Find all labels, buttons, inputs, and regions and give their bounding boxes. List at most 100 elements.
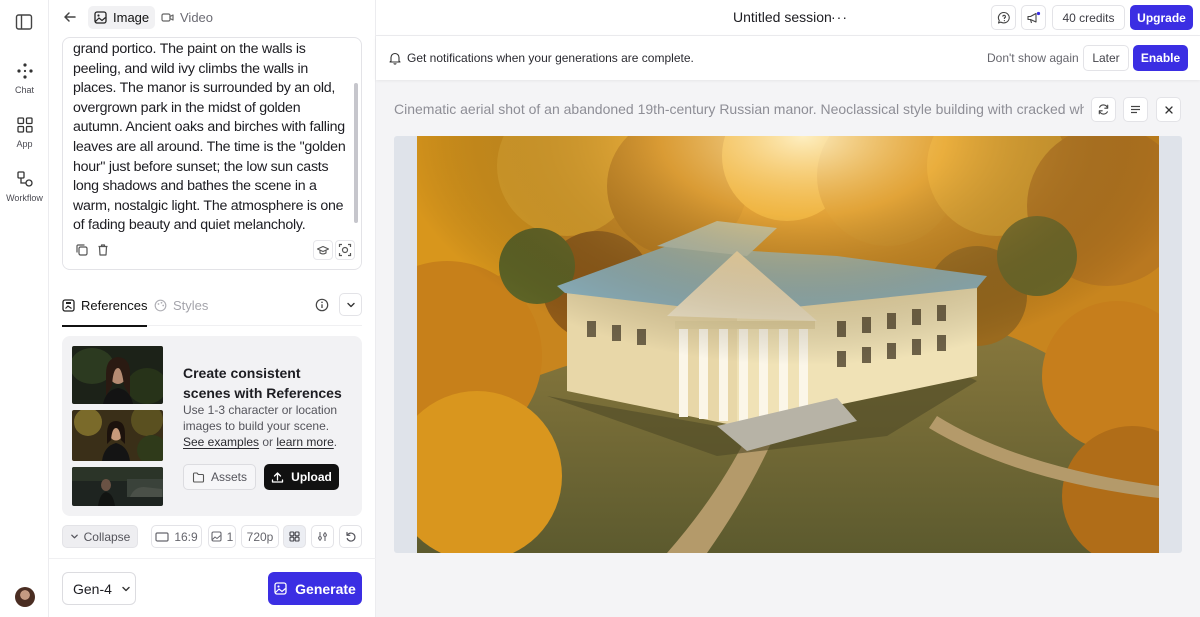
reference-example-thumb-2 — [72, 410, 163, 461]
reference-tabs: References Styles — [62, 284, 362, 327]
tab-label: Styles — [173, 297, 209, 313]
session-header: Untitled session ··· 40 credits Upgrade — [376, 0, 1200, 36]
chat-dots-icon — [16, 62, 34, 80]
aspect-ratio-icon — [155, 531, 169, 543]
divider — [49, 558, 376, 559]
chevron-down-icon — [70, 532, 79, 541]
text-lines-icon — [1129, 103, 1142, 116]
upgrade-button[interactable]: Upgrade — [1130, 5, 1193, 30]
dont-show-again-link[interactable]: Don't show again — [987, 51, 1079, 65]
tab-label: References — [81, 297, 148, 313]
generate-image-icon — [274, 582, 287, 595]
close-icon — [1163, 104, 1175, 116]
enhance-prompt-icon[interactable] — [313, 240, 333, 260]
trash-icon[interactable] — [93, 240, 113, 260]
aspect-ratio-button[interactable]: 16:9 — [151, 525, 202, 548]
rail-item-app[interactable]: App — [0, 116, 49, 149]
rail-item-label: App — [16, 139, 33, 149]
tab-image[interactable]: Image — [88, 6, 156, 29]
style-grid-toggle[interactable] — [283, 525, 306, 548]
upload-button[interactable]: Upload — [264, 464, 339, 490]
prompt-text[interactable]: grand portico. The paint on the walls is… — [73, 40, 349, 236]
reference-example-thumb-1 — [72, 346, 163, 404]
palette-icon — [154, 299, 167, 312]
prompt-scrollbar[interactable] — [354, 83, 358, 223]
megaphone-icon — [1026, 11, 1041, 25]
announcements-button[interactable] — [1021, 5, 1046, 30]
references-desc-text: Use 1-3 character or location images to … — [183, 403, 338, 433]
collapse-button[interactable]: Collapse — [62, 525, 138, 548]
panel-topbar: Image Video — [49, 0, 376, 34]
copy-icon[interactable] — [72, 240, 92, 260]
later-button[interactable]: Later — [1083, 45, 1129, 71]
chevron-down-icon[interactable] — [339, 293, 362, 316]
references-icon — [62, 298, 75, 312]
main-area: Untitled session ··· 40 credits Upgrade … — [376, 0, 1200, 617]
image-count-button[interactable]: 1 — [208, 525, 236, 548]
tab-video[interactable]: Video — [155, 6, 219, 29]
references-card: Create consistent scenes with References… — [62, 336, 362, 516]
resolution-value: 720p — [246, 529, 274, 544]
regenerate-button[interactable] — [1091, 97, 1116, 122]
notification-text: Get notifications when your generations … — [407, 51, 694, 65]
back-arrow-icon[interactable] — [61, 8, 79, 26]
assets-button[interactable]: Assets — [183, 464, 256, 490]
scan-focus-icon[interactable] — [335, 240, 355, 260]
generate-button[interactable]: Generate — [268, 572, 362, 605]
prompt-toolbar — [63, 238, 361, 268]
adjust-settings-button[interactable] — [311, 525, 334, 548]
prompt-textarea[interactable]: grand portico. The paint on the walls is… — [62, 37, 362, 270]
close-generation-button[interactable] — [1156, 97, 1181, 122]
rail-item-label: Workflow — [6, 193, 43, 203]
rail-item-workflow[interactable]: Workflow — [0, 170, 49, 203]
sidebar-toggle-icon[interactable] — [14, 12, 34, 32]
chevron-down-icon — [121, 584, 131, 594]
avatar[interactable] — [15, 587, 35, 607]
see-examples-link[interactable]: See examples — [183, 435, 259, 449]
model-value: Gen-4 — [73, 580, 112, 597]
upload-icon — [271, 471, 284, 484]
generated-image-frame — [394, 136, 1182, 553]
model-select[interactable]: Gen-4 — [62, 572, 136, 605]
image-count-icon — [211, 531, 222, 542]
more-options-icon[interactable]: ··· — [831, 9, 848, 25]
references-desc-end: . — [333, 435, 338, 449]
assets-label: Assets — [210, 470, 247, 484]
generated-image[interactable] — [417, 136, 1159, 553]
reset-icon — [345, 531, 357, 543]
generation-settings: Collapse 16:9 1 720p — [62, 525, 362, 549]
generation-prompt-preview[interactable]: Cinematic aerial shot of an abandoned 19… — [394, 101, 1084, 117]
app-grid-icon — [16, 116, 34, 134]
tab-label: Image — [113, 10, 150, 25]
references-desc-or: or — [259, 435, 277, 449]
enable-notifications-button[interactable]: Enable — [1133, 45, 1188, 71]
upload-label: Upload — [291, 470, 332, 484]
image-count-value: 1 — [226, 529, 234, 544]
resolution-button[interactable]: 720p — [241, 525, 279, 548]
prompt-details-button[interactable] — [1123, 97, 1148, 122]
tab-label: Video — [180, 10, 214, 25]
feedback-button[interactable] — [991, 5, 1016, 30]
tab-references[interactable]: References — [62, 284, 148, 327]
grid-icon — [289, 531, 300, 542]
aspect-ratio-value: 16:9 — [174, 529, 198, 544]
bell-icon — [388, 51, 402, 65]
info-icon[interactable] — [315, 298, 329, 312]
rail-item-chat[interactable]: Chat — [0, 62, 49, 95]
collapse-label: Collapse — [83, 529, 131, 544]
reference-example-thumb-3 — [72, 467, 163, 506]
refresh-icon — [1097, 103, 1110, 116]
image-icon — [94, 11, 107, 24]
learn-more-link[interactable]: learn more — [276, 435, 333, 449]
notification-banner: Get notifications when your generations … — [376, 36, 1200, 80]
credits-button[interactable]: 40 credits — [1052, 5, 1125, 30]
tab-styles[interactable]: Styles — [154, 284, 208, 326]
session-title[interactable]: Untitled session — [733, 9, 832, 25]
chat-bubble-icon — [997, 11, 1011, 25]
rail-item-label: Chat — [14, 85, 34, 95]
sliders-icon — [317, 531, 328, 542]
references-description: Use 1-3 character or location images to … — [183, 402, 351, 450]
reset-settings-button[interactable] — [339, 525, 362, 548]
video-camera-icon — [161, 11, 174, 24]
references-title: Create consistent scenes with References — [183, 365, 342, 401]
